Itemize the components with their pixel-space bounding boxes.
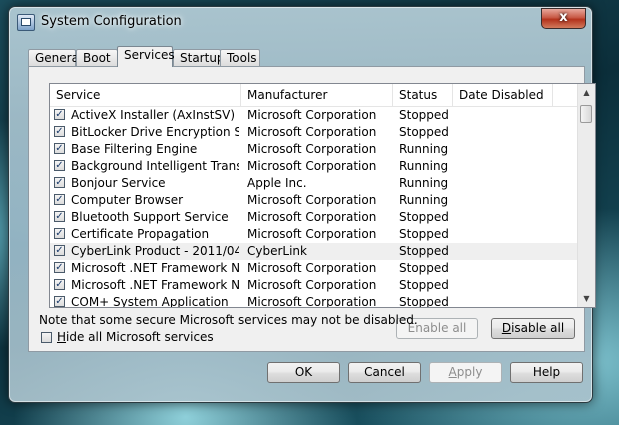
title-bar[interactable]: System Configuration: [9, 7, 592, 37]
service-manufacturer: Microsoft Corporation: [247, 159, 377, 173]
service-name: Background Intelligent Transfer ...: [71, 159, 239, 173]
system-configuration-window: System Configuration x General Boot Serv…: [8, 6, 596, 403]
service-checkbox[interactable]: ✓: [54, 279, 65, 290]
tab-tools[interactable]: Tools: [220, 49, 260, 66]
column-header-manufacturer[interactable]: Manufacturer: [241, 84, 393, 106]
table-row[interactable]: ✓ Bonjour Service Apple Inc. Running: [50, 175, 579, 192]
disable-all-label: isable all: [511, 321, 565, 335]
service-name: Bluetooth Support Service: [71, 210, 229, 224]
service-name: BitLocker Drive Encryption Service: [71, 125, 239, 139]
service-status: Running: [399, 176, 449, 190]
service-manufacturer: Microsoft Corporation: [247, 210, 377, 224]
service-status: Stopped: [399, 125, 449, 139]
apply-label: pply: [456, 365, 483, 379]
service-checkbox[interactable]: ✓: [54, 228, 65, 239]
service-status: Running: [399, 142, 449, 156]
column-header-status[interactable]: Status: [393, 84, 453, 106]
service-status: Running: [399, 193, 449, 207]
service-manufacturer: Microsoft Corporation: [247, 125, 377, 139]
column-header-service[interactable]: Service: [50, 84, 241, 106]
service-manufacturer: Microsoft Corporation: [247, 295, 377, 308]
service-status: Stopped: [399, 278, 449, 292]
table-row[interactable]: ✓ CyberLink Product - 2011/04/23 ... Cyber…: [50, 243, 579, 260]
table-row[interactable]: ✓ Microsoft .NET Framework NGEN... Microso…: [50, 260, 579, 277]
help-button[interactable]: Help: [510, 362, 583, 383]
services-list[interactable]: Service Manufacturer Status Date Disable…: [49, 83, 596, 308]
service-checkbox[interactable]: ✓: [54, 143, 65, 154]
table-row[interactable]: ✓ Background Intelligent Transfer ... Micr…: [50, 158, 579, 175]
table-row[interactable]: ✓ Computer Browser Microsoft Corporation Ru…: [50, 192, 579, 209]
service-name: Base Filtering Engine: [71, 142, 198, 156]
service-status: Stopped: [399, 244, 449, 258]
service-manufacturer: Microsoft Corporation: [247, 261, 377, 275]
list-header: Service Manufacturer Status Date Disable…: [50, 84, 579, 107]
service-manufacturer: Microsoft Corporation: [247, 108, 377, 122]
service-status: Stopped: [399, 295, 449, 308]
tab-services[interactable]: Services: [117, 46, 175, 67]
scroll-up-arrow-icon[interactable]: ▲: [578, 84, 595, 101]
tab-general[interactable]: General: [28, 49, 82, 66]
scroll-thumb[interactable]: [580, 105, 592, 123]
service-manufacturer: Apple Inc.: [247, 176, 307, 190]
hide-microsoft-services-checkbox[interactable]: [41, 332, 52, 343]
service-name: ActiveX Installer (AxInstSV): [71, 108, 236, 122]
disable-all-accelerator: D: [501, 321, 512, 335]
service-status: Stopped: [399, 227, 449, 241]
service-checkbox[interactable]: ✓: [54, 109, 65, 120]
window-title: System Configuration: [41, 14, 182, 29]
service-checkbox[interactable]: ✓: [54, 262, 65, 273]
service-name: Microsoft .NET Framework NGEN...: [71, 261, 239, 275]
service-manufacturer: Microsoft Corporation: [247, 227, 377, 241]
tab-startup[interactable]: Startup: [173, 49, 225, 66]
service-manufacturer: Microsoft Corporation: [247, 278, 377, 292]
service-checkbox[interactable]: ✓: [54, 245, 65, 256]
hide-accelerator: H: [57, 330, 67, 344]
service-name: COM+ System Application: [71, 295, 229, 308]
apply-accelerator: A: [448, 365, 457, 379]
column-header-date-disabled[interactable]: Date Disabled: [453, 84, 553, 106]
table-row[interactable]: ✓ Bluetooth Support Service Microsoft Corp…: [50, 209, 579, 226]
service-name: Computer Browser: [71, 193, 184, 207]
services-tab-panel: Service Manufacturer Status Date Disable…: [28, 66, 596, 352]
service-checkbox[interactable]: ✓: [54, 296, 65, 307]
table-row[interactable]: ✓ Base Filtering Engine Microsoft Corporat…: [50, 141, 579, 158]
service-name: Certificate Propagation: [71, 227, 210, 241]
service-manufacturer: Microsoft Corporation: [247, 142, 377, 156]
service-name: CyberLink Product - 2011/04/23 ...: [71, 244, 239, 258]
close-button[interactable]: x: [541, 8, 586, 29]
disable-all-button[interactable]: Disable all: [491, 318, 575, 339]
hide-label-text: ide all Microsoft services: [66, 330, 214, 344]
service-checkbox[interactable]: ✓: [54, 194, 65, 205]
vertical-scrollbar[interactable]: ▲ ▼: [577, 84, 595, 307]
ok-button[interactable]: OK: [267, 362, 340, 383]
table-row[interactable]: ✓ Certificate Propagation Microsoft Corpor…: [50, 226, 579, 243]
apply-button[interactable]: Apply: [429, 362, 502, 383]
scroll-down-arrow-icon[interactable]: ▼: [578, 290, 595, 307]
secure-services-note: Note that some secure Microsoft services…: [39, 313, 418, 327]
table-row[interactable]: ✓ BitLocker Drive Encryption Service Micro…: [50, 124, 579, 141]
service-checkbox[interactable]: ✓: [54, 160, 65, 171]
hide-microsoft-services-label[interactable]: Hide all Microsoft services: [57, 330, 214, 344]
service-status: Stopped: [399, 261, 449, 275]
service-manufacturer: CyberLink: [247, 244, 307, 258]
service-name: Bonjour Service: [71, 176, 166, 190]
service-status: Running: [399, 159, 449, 173]
service-manufacturer: Microsoft Corporation: [247, 193, 377, 207]
service-checkbox[interactable]: ✓: [54, 177, 65, 188]
service-checkbox[interactable]: ✓: [54, 211, 65, 222]
table-row[interactable]: ✓ ActiveX Installer (AxInstSV) Microsoft C…: [50, 107, 579, 124]
service-name: Microsoft .NET Framework NGEN...: [71, 278, 239, 292]
service-status: Stopped: [399, 108, 449, 122]
tab-boot[interactable]: Boot: [76, 49, 118, 66]
service-status: Stopped: [399, 210, 449, 224]
service-checkbox[interactable]: ✓: [54, 126, 65, 137]
cancel-button[interactable]: Cancel: [348, 362, 421, 383]
table-row[interactable]: ✓ COM+ System Application Microsoft Corpor…: [50, 294, 579, 308]
msconfig-app-icon: [17, 14, 35, 31]
table-row[interactable]: ✓ Microsoft .NET Framework NGEN... Microso…: [50, 277, 579, 294]
